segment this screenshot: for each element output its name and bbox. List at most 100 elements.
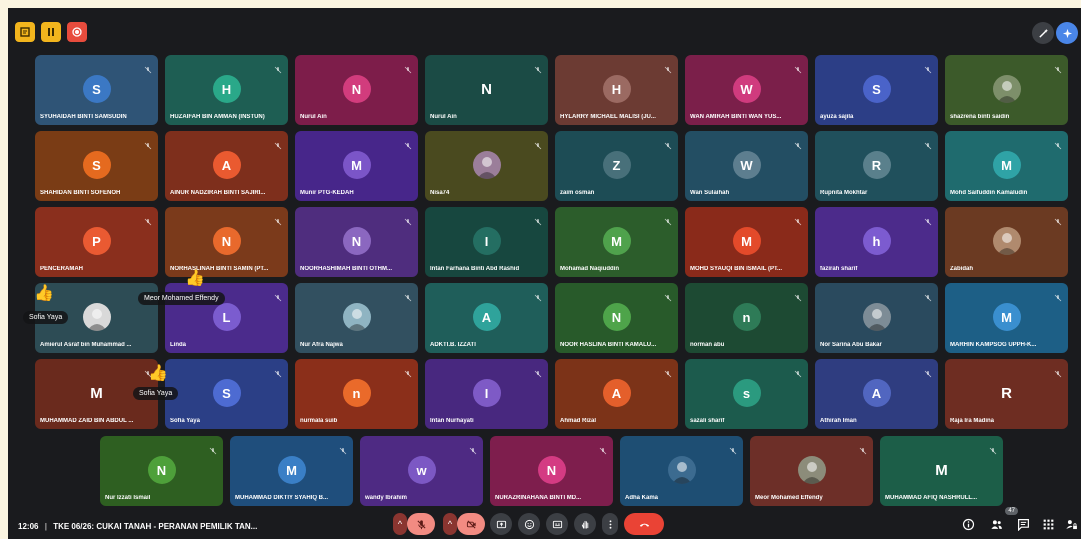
lock-person-icon [1065, 519, 1077, 529]
participant-tile[interactable]: Nisa74 [425, 131, 548, 201]
noise-cancel-button[interactable] [1032, 22, 1054, 44]
mic-off-icon [469, 442, 477, 455]
mic-off-icon [794, 365, 802, 378]
mic-off-icon [1054, 61, 1062, 74]
participant-avatar: W [732, 75, 761, 103]
participant-tile[interactable]: Zzaim osman [555, 131, 678, 201]
host-controls-button[interactable] [1062, 515, 1080, 533]
participant-tile[interactable]: A Athirah Iman [815, 359, 938, 429]
camera-off-icon [466, 519, 476, 529]
participant-tile[interactable]: Zabidah [945, 207, 1068, 277]
activities-button[interactable] [1039, 515, 1057, 533]
participant-tile[interactable]: n norman abu [685, 283, 808, 353]
pause-recording-button[interactable] [41, 22, 61, 42]
participant-tile[interactable]: W Wan Sulaihah [685, 131, 808, 201]
participant-tile[interactable]: Adha Kama [620, 436, 743, 506]
whiteboard-icon [20, 27, 30, 37]
participant-avatar [667, 456, 696, 484]
participant-name: zaim osman [560, 190, 595, 196]
participant-tile[interactable]: H HUZAIFAH BIN AMMAN (INSTUN) [165, 55, 288, 125]
mic-off-icon [144, 61, 152, 74]
participant-tile[interactable]: S Sofia Yaya [165, 359, 288, 429]
participant-tile[interactable]: R Rupnita Mokhtar [815, 131, 938, 201]
participant-tile[interactable]: M MOHD SYAUQI BIN ISMAIL (PT... [685, 207, 808, 277]
participant-tile[interactable]: M MARHIN KAMPSOG UPPH-K... [945, 283, 1068, 353]
more-options-button[interactable] [602, 513, 618, 535]
reactions-button[interactable] [518, 513, 540, 535]
participant-avatar [472, 151, 501, 179]
participant-tile[interactable]: N Nurul Ain [425, 55, 548, 125]
participant-tile[interactable]: n nurmala suib [295, 359, 418, 429]
leave-call-button[interactable] [624, 513, 664, 535]
participant-tile[interactable]: Meor Mohamed Effendy [750, 436, 873, 506]
participant-tile[interactable]: Nor Sarina Abu Bakar [815, 283, 938, 353]
participant-tile[interactable]: H HYLARRY MICHAEL MALISI (JU... [555, 55, 678, 125]
camera-toggle-button[interactable] [457, 513, 485, 535]
participant-tile[interactable]: N NORHASLINAH BINTI SAMIN (PT... [165, 207, 288, 277]
participant-name: Mohd Saifuddin Kamaludin [950, 190, 1028, 196]
participant-tile[interactable]: R Raja Ira Madina [945, 359, 1068, 429]
participant-tile[interactable]: N NURAZRINAHANA BINTI MD... [490, 436, 613, 506]
participant-tile[interactable]: M Munir PTG-KEDAH [295, 131, 418, 201]
mic-toggle-button[interactable] [407, 513, 435, 535]
participant-tile[interactable]: N Nur Izzati Ismail [100, 436, 223, 506]
meeting-details-button[interactable] [959, 515, 977, 533]
participant-tile[interactable]: M MUHAMMAD DIKTIY SYAHIQ B... [230, 436, 353, 506]
participant-tile[interactable]: Nur Afra Najwa [295, 283, 418, 353]
participant-tile[interactable]: Sayuza sajila [815, 55, 938, 125]
participant-avatar: M [277, 456, 306, 484]
mic-off-icon [1054, 213, 1062, 226]
participant-tile[interactable]: A Ahmad Rizal [555, 359, 678, 429]
participant-tile[interactable]: M MUHAMMAD AFIQ NASHRULL... [880, 436, 1003, 506]
participant-tile[interactable]: w wandy Ibrahim [360, 436, 483, 506]
mic-off-icon [274, 289, 282, 302]
present-button[interactable] [490, 513, 512, 535]
present-icon [496, 520, 506, 528]
participant-tile[interactable]: h fazirah sharif [815, 207, 938, 277]
participant-tile[interactable]: s sazali sharif [685, 359, 808, 429]
participant-tile[interactable]: N NOOR HASLINA BINTI KAMALU... [555, 283, 678, 353]
participant-tile[interactable]: I Intan Nurhayati [425, 359, 548, 429]
whiteboard-button[interactable] [15, 22, 35, 42]
meeting-stage: S SYUHAIDAH BINTI SAMSUDIN H HUZAIFAH BIN A… [8, 8, 1081, 539]
participant-tile[interactable]: S SHAHIDAN BINTI SOFENOH [35, 131, 158, 201]
participant-name: NOORHASHIMAH BINTI OTHM... [300, 266, 392, 272]
participant-avatar [992, 227, 1021, 255]
participant-avatar: w [407, 456, 436, 484]
separator: | [44, 522, 47, 531]
participant-name: Ahmad Rizal [560, 418, 597, 424]
mic-off-icon [274, 365, 282, 378]
gemini-button[interactable] [1056, 22, 1078, 44]
captions-icon [552, 520, 562, 528]
record-button[interactable] [67, 22, 87, 42]
raise-hand-button[interactable] [574, 513, 596, 535]
participant-tile[interactable]: shazrena binti saidin [945, 55, 1068, 125]
mic-off-icon [404, 365, 412, 378]
mic-options-button[interactable]: ^ [393, 513, 407, 535]
camera-options-button[interactable]: ^ [443, 513, 457, 535]
participant-tile[interactable]: A AINUR NADZIRAH BINTI SAJIRI... [165, 131, 288, 201]
participant-name: NOOR HASLINA BINTI KAMALU... [560, 342, 657, 348]
participant-tile[interactable]: N NOORHASHIMAH BINTI OTHM... [295, 207, 418, 277]
captions-button[interactable] [546, 513, 568, 535]
mic-off-icon [924, 137, 932, 150]
participant-tile[interactable]: M Mohd Saifuddin Kamaludin [945, 131, 1068, 201]
participant-avatar: W [732, 151, 761, 179]
participant-tile[interactable]: I Intan Farhana Binti Abd Rashid [425, 207, 548, 277]
participant-avatar: M [602, 227, 631, 255]
participant-count-badge: 47 [1005, 507, 1018, 515]
participant-tile[interactable]: M Mohamad Naqiuddin [555, 207, 678, 277]
people-button[interactable] [987, 515, 1005, 533]
mic-off-icon [416, 519, 426, 529]
participant-tile[interactable]: S SYUHAIDAH BINTI SAMSUDIN [35, 55, 158, 125]
chat-button[interactable] [1014, 515, 1032, 533]
participant-avatar: N [147, 456, 176, 484]
participant-tile[interactable]: A ADKTI.B. IZZATI [425, 283, 548, 353]
participant-tile[interactable]: P PENCERAMAH [35, 207, 158, 277]
mic-off-icon [729, 442, 737, 455]
participant-tile[interactable]: W WAN AMIRAH BINTI WAN YUS... [685, 55, 808, 125]
participant-name: Rupnita Mokhtar [820, 190, 868, 196]
participant-tile[interactable]: N Nurul Ain [295, 55, 418, 125]
reaction-name: Sofia Yaya [23, 311, 69, 324]
participant-avatar: s [732, 379, 761, 407]
